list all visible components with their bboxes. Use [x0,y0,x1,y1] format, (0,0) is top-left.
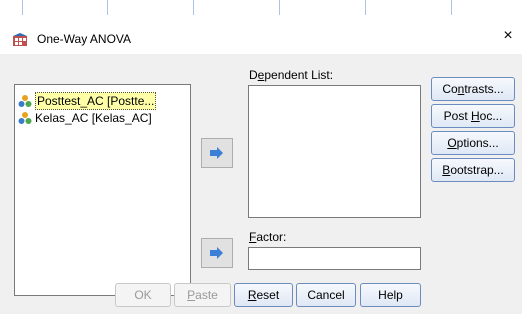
post-hoc-button[interactable]: Post Hoc... [431,104,515,128]
options-button[interactable]: Options... [431,131,515,155]
paste-button[interactable]: Paste [174,283,231,307]
title-bar[interactable]: One-Way ANOVA × [0,22,522,54]
window-title: One-Way ANOVA [37,32,132,46]
grid-line [193,0,194,15]
arrow-right-icon [210,247,223,259]
dependent-list-box[interactable] [248,85,421,218]
help-button[interactable]: Help [360,283,421,307]
spss-app-icon [13,33,27,46]
bootstrap-button[interactable]: Bootstrap... [431,158,515,182]
grid-line [451,0,452,15]
close-icon[interactable]: × [498,27,518,45]
grid-line [279,0,280,15]
grid-line [365,0,366,15]
factor-field[interactable] [248,247,421,270]
reset-button[interactable]: Reset [234,283,293,307]
dependent-list-label: Dependent List: [249,68,334,82]
ok-button[interactable]: OK [115,283,171,307]
factor-label: Factor: [249,230,287,244]
nominal-variable-icon [18,95,32,107]
contrasts-button[interactable]: Co n trasts... [431,77,515,101]
nominal-variable-icon [18,112,32,124]
grid-line [22,0,23,15]
move-to-factor-button[interactable] [201,238,233,268]
variable-item[interactable]: Posttest_AC [Postte... [18,92,157,110]
variable-label: Kelas_AC [Kelas_AC] [35,111,152,125]
cancel-button[interactable]: Cancel [296,283,356,307]
variable-item[interactable]: Kelas_AC [Kelas_AC] [18,110,152,126]
source-variable-list[interactable]: Posttest_AC [Postte... Kelas_AC [Kelas_A… [14,84,191,296]
dialog-body: Posttest_AC [Postte... Kelas_AC [Kelas_A… [0,54,522,314]
background-grid-strip [0,0,522,22]
variable-label: Posttest_AC [Postte... [35,92,157,110]
grid-line [107,0,108,15]
move-to-dependent-button[interactable] [201,138,233,168]
arrow-right-icon [210,147,223,159]
